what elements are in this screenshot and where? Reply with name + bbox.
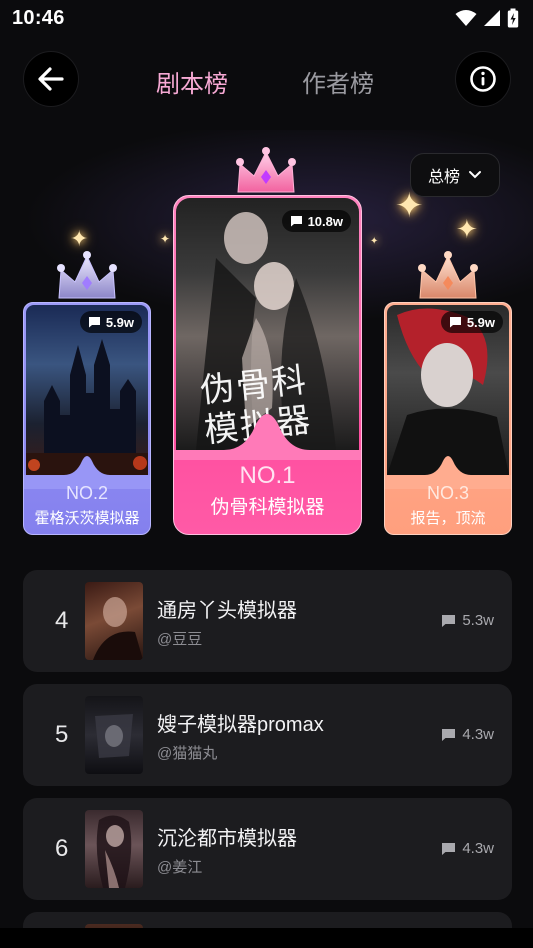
list-author: @豆豆 (157, 631, 203, 648)
tab-author-ranking[interactable]: 作者榜 (302, 64, 374, 99)
rank-label: NO.3 (426, 483, 469, 503)
list-author: @姜江 (157, 859, 203, 876)
rank-label: NO.1 (239, 462, 296, 489)
list-item[interactable]: 5 嫂子模拟器promax @猫猫丸 4.3w (23, 684, 512, 786)
arrow-left-icon (38, 67, 64, 91)
list-rank: 5 (55, 721, 69, 748)
podium-card-rank-3[interactable]: 5.9w NO.3 报告，顶流 (384, 302, 512, 535)
silver-crown-icon (57, 251, 117, 299)
list-rank: 4 (55, 607, 69, 634)
signal-icon (484, 10, 500, 26)
tab-script-ranking[interactable]: 剧本榜 (156, 64, 228, 99)
cover-thumbnail (85, 582, 143, 660)
list-title: 沉沦都市模拟器 (157, 828, 297, 850)
list-author: @猫猫丸 (157, 745, 218, 762)
list-item[interactable]: 4 通房丫头模拟器 @豆豆 5.3w (23, 570, 512, 672)
list-title: 嫂子模拟器promax (157, 714, 324, 736)
rank-label: NO.2 (65, 483, 108, 503)
podium-card-rank-2[interactable]: 5.9w NO.2 霍格沃茨模拟器 (23, 302, 151, 535)
chevron-down-icon (469, 171, 481, 179)
card-wave (174, 414, 361, 460)
ranking-period-dropdown[interactable]: 总榜 (410, 153, 500, 197)
card-title: 报告，顶流 (410, 510, 486, 527)
sparkle-icon: ✦ (160, 232, 171, 246)
status-bar: 10:46 (0, 0, 533, 36)
card-title: 霍格沃茨模拟器 (34, 510, 140, 527)
info-icon (470, 66, 496, 92)
status-time: 10:46 (12, 7, 65, 29)
battery-icon (507, 8, 519, 28)
dropdown-label: 总榜 (427, 169, 460, 186)
list-title: 通房丫头模拟器 (157, 600, 297, 622)
wifi-icon (455, 10, 477, 26)
pink-crown-icon (236, 147, 296, 193)
comment-icon (442, 728, 456, 741)
comment-count-badge: 5.9w (440, 311, 503, 333)
sparkle-icon: ✦ (70, 226, 89, 251)
info-button[interactable] (455, 51, 511, 107)
sparkle-icon: ✦ (456, 214, 478, 244)
comment-count: 4.3w (441, 726, 494, 743)
podium-card-rank-1[interactable]: 伪骨科模拟器 10.8w NO.1 伪骨科模拟器 (173, 195, 362, 535)
comment-count: 4.3w (441, 840, 494, 857)
cover-thumbnail (85, 696, 143, 774)
list-item[interactable]: 6 沉沦都市模拟器 @姜江 4.3w (23, 798, 512, 900)
comment-count-badge: 5.9w (79, 311, 142, 333)
list-rank: 6 (55, 835, 69, 862)
comment-icon (290, 216, 302, 227)
comment-icon (449, 317, 461, 328)
bronze-crown-icon (418, 251, 478, 299)
sparkle-icon: ✦ (370, 236, 379, 247)
status-icons (455, 8, 519, 28)
bottom-bar (0, 928, 533, 948)
comment-icon (88, 317, 100, 328)
cover-thumbnail (85, 810, 143, 888)
comment-icon (442, 614, 456, 627)
card-title: 伪骨科模拟器 (210, 497, 325, 518)
back-button[interactable] (23, 51, 79, 107)
comment-count: 5.3w (441, 612, 494, 629)
comment-count-badge: 10.8w (281, 210, 351, 232)
comment-icon (442, 842, 456, 855)
